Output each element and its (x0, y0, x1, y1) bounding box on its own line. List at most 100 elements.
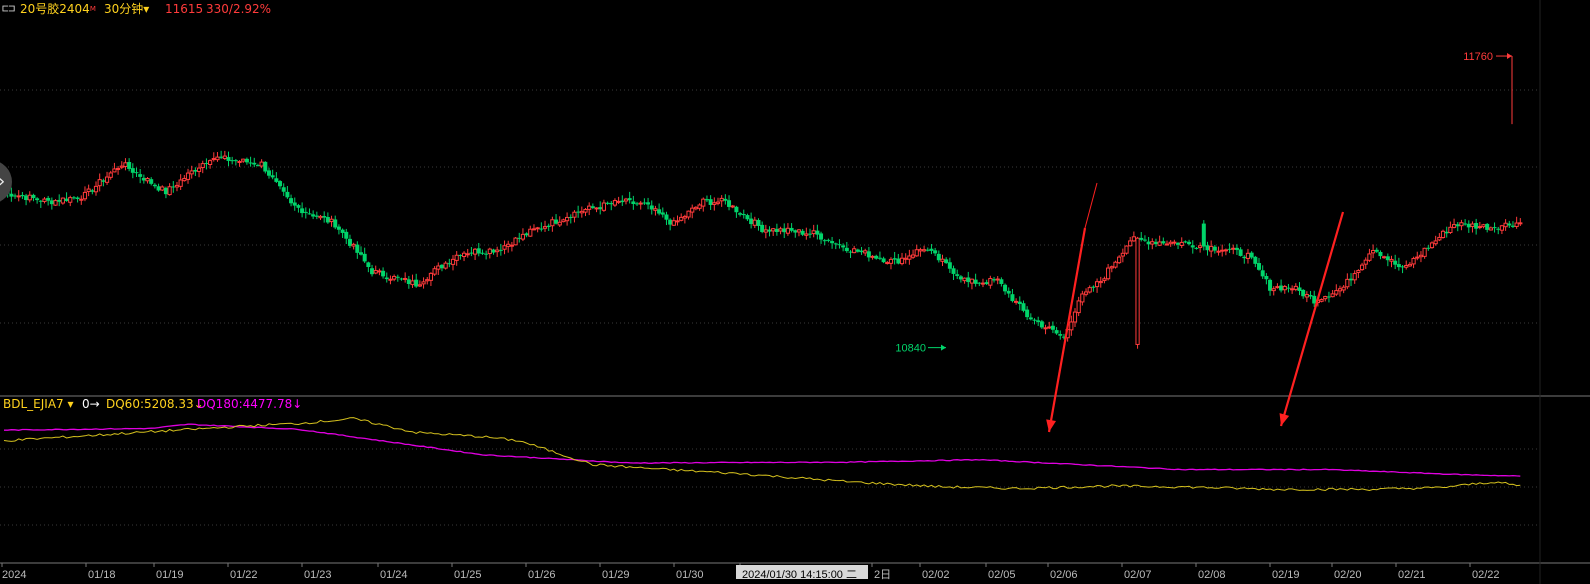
candle-body-down (498, 249, 503, 251)
candle-body-down (20, 194, 25, 197)
candle-body-down (1146, 241, 1151, 245)
candle-body-up (583, 208, 588, 213)
candle-body-up (189, 170, 194, 175)
candle-body-up (215, 156, 220, 161)
candle-body-down (447, 263, 452, 265)
chart-canvas[interactable]: 11760 10840 2024 01/18 01/19 01/22 01/23 01/24 0… (0, 0, 1590, 584)
candle-body-up (1488, 227, 1493, 231)
candle-body-down (767, 229, 772, 232)
candle-body-down (156, 186, 161, 191)
candle-body-up (1069, 321, 1074, 331)
candle-body-up (79, 198, 84, 201)
candle-body-up (1382, 256, 1387, 259)
candle-body-down (1032, 319, 1037, 321)
min-marker-arrowhead (941, 344, 946, 351)
candle-body-up (1330, 293, 1335, 298)
candle-body-up (697, 204, 702, 209)
candle-body-down (1378, 252, 1383, 257)
candle-body-down (1025, 309, 1030, 318)
annotation-arrow-shaft (1279, 211, 1345, 427)
candle-body-down (1455, 224, 1460, 227)
candle-body-up (910, 254, 916, 258)
candle-body-down (1400, 266, 1405, 268)
candle-body-up (454, 254, 459, 261)
candle-body-down (590, 206, 595, 208)
candle-body-up (104, 176, 110, 183)
candle-body-down (936, 253, 941, 261)
candle-body-up (403, 277, 408, 280)
candle-body-up (693, 206, 699, 210)
candle-body-down (704, 199, 709, 201)
candle-body-down (1312, 295, 1317, 304)
candle-body-down (1474, 223, 1479, 229)
candle-body-up (1220, 249, 1225, 252)
candle-body-down (24, 195, 29, 201)
candle-body-down (414, 279, 419, 287)
chevron-right-icon[interactable]: › (0, 171, 5, 192)
candle-body-up (373, 270, 378, 274)
candle-body-up (1150, 241, 1155, 245)
candle-body-down (1349, 278, 1354, 281)
candle-body-up (542, 226, 548, 229)
candle-body-down (303, 211, 308, 213)
candle-body-down (826, 239, 831, 241)
candle-body-up (1179, 241, 1184, 246)
candle-body-down (395, 276, 400, 278)
candle-body-up (178, 179, 183, 187)
candle-body-up (675, 220, 680, 223)
candle-body-down (344, 231, 349, 239)
candle-body-up (1209, 245, 1214, 252)
candle-body-up (1418, 254, 1424, 258)
candle-body-down (1194, 247, 1199, 249)
candle-body-up (1437, 236, 1442, 241)
candle-body-up (351, 243, 356, 247)
candle-body-up (1499, 225, 1505, 231)
candle-body-down (226, 157, 231, 161)
candle-body-up (771, 228, 776, 232)
candle-body-down (366, 262, 371, 268)
candle-body-down (760, 224, 765, 233)
candle-body-up (1367, 253, 1372, 261)
candle-body-down (469, 252, 474, 254)
candle-body-down (300, 208, 305, 214)
candle-body-up (1282, 285, 1287, 291)
annotation-arrowhead (1279, 413, 1290, 426)
candle-body-up (1433, 240, 1438, 245)
candle-body-up (701, 198, 706, 207)
candle-body-down (1326, 296, 1331, 298)
candle-body-down (925, 249, 930, 251)
candle-body-down (35, 198, 40, 201)
candle-body-up (119, 165, 124, 168)
candle-body-down (1036, 320, 1041, 323)
candle-body-up (1356, 270, 1361, 273)
candle-body-down (841, 245, 846, 248)
candle-body-down (138, 174, 143, 177)
candle-body-up (682, 215, 687, 219)
candle-body-down (881, 258, 886, 263)
candle-body-up (211, 158, 216, 161)
candle-body-down (958, 276, 963, 280)
candle-body-down (723, 198, 728, 201)
x-tick-label: 2024 (2, 569, 26, 581)
candle-body-up (1131, 236, 1136, 242)
candle-body-down (1142, 239, 1147, 241)
x-tick-label: 02/21 (1398, 569, 1426, 581)
candle-body-down (1492, 227, 1497, 229)
candle-body-up (531, 228, 537, 231)
candle-body-up (579, 210, 584, 214)
candle-body-up (1164, 243, 1170, 246)
candle-body-up (804, 233, 809, 236)
candle-body-up (715, 201, 721, 204)
candle-body-down (480, 252, 485, 254)
candle-body-up (509, 244, 514, 247)
candle-body-down (727, 200, 732, 207)
candle-body-down (1385, 256, 1390, 261)
candle-body-down (1257, 263, 1262, 270)
candle-body-up (1422, 247, 1427, 257)
candle-body-down (1028, 317, 1033, 320)
candle-body-up (1198, 245, 1203, 248)
candle-body-down (399, 278, 404, 280)
x-tick-label: 02/05 (988, 569, 1016, 581)
candle-body-down (546, 225, 551, 227)
candle-body-down (631, 201, 636, 205)
